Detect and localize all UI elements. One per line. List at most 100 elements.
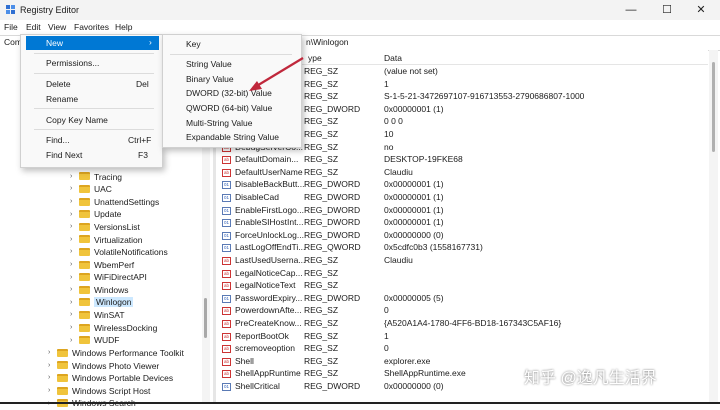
value-row[interactable]: ab DefaultUserName REG_SZ Claudiu [222,167,702,180]
tree-item[interactable]: › Winlogon [70,297,134,310]
tree-item[interactable]: › WiFiDirectAPI [70,271,147,284]
value-row[interactable]: 01 DisableCad REG_DWORD 0x00000001 (1) [222,192,702,205]
chevron-right-icon[interactable]: › [70,236,79,243]
value-row[interactable]: ab PreCreateKnow... REG_SZ {A520A1A4-1780-4… [222,318,702,331]
tree-item[interactable]: › Windows [70,284,128,297]
tree-item-label: VolatileNotifications [94,246,168,257]
minimize-button[interactable]: — [614,0,648,20]
chevron-right-icon[interactable]: › [48,349,57,356]
tree-item[interactable]: › Windows Portable Devices [48,372,173,385]
menu-item-find-shortcut: Ctrl+F [128,135,152,145]
chevron-right-icon[interactable]: › [70,248,79,255]
tree-item[interactable]: › Windows Performance Toolkit [48,347,184,360]
tree-item[interactable]: › Windows Script Host [48,385,150,398]
value-row[interactable]: ab PowerdownAfte... REG_SZ 0 [222,305,702,318]
tree-item[interactable]: › WbemPerf [70,259,134,272]
folder-icon [57,348,68,357]
value-type: REG_DWORD [304,204,361,215]
value-name: LegalNoticeCap... [235,267,303,278]
menu-file[interactable]: File [4,22,18,32]
tree-item[interactable]: › Windows Photo Viewer [48,360,159,373]
menu-separator [34,53,154,54]
chevron-right-icon[interactable]: › [48,387,57,394]
value-type: REG_SZ [304,255,339,265]
chevron-right-icon[interactable]: › [70,299,79,306]
submenu-item-key[interactable]: Key [186,39,201,49]
chevron-right-icon[interactable]: › [70,311,79,318]
folder-icon [79,197,90,206]
folder-icon [57,361,68,370]
tree-item[interactable]: › UAC [70,183,112,196]
value-row[interactable]: 01 ForceUnlockLog... REG_DWORD 0x00000000 (… [222,230,702,243]
value-data: 0x00000005 (5) [384,292,444,303]
submenu-item-string-value[interactable]: String Value [186,59,232,69]
menu-item-find[interactable]: Find... Ctrl+F [26,133,159,147]
chevron-right-icon[interactable]: › [70,261,79,268]
menu-view[interactable]: View [48,22,66,32]
chevron-right-icon[interactable]: › [70,223,79,230]
chevron-right-icon[interactable]: › [48,362,57,369]
values-scrollbar-thumb[interactable] [712,62,715,152]
tree-item[interactable]: › Tracing [70,171,122,184]
menu-item-permissions[interactable]: Permissions... [26,56,159,70]
tree-item[interactable]: › VolatileNotifications [70,246,168,259]
chevron-right-icon[interactable]: › [48,374,57,381]
value-type: REG_DWORD [304,217,361,228]
submenu-arrow-icon: › [149,37,152,47]
submenu-item-qword-value[interactable]: QWORD (64-bit) Value [186,103,272,113]
chevron-right-icon[interactable]: › [70,324,79,331]
menu-item-rename[interactable]: Rename [26,92,159,106]
chevron-right-icon[interactable]: › [70,286,79,293]
menu-help[interactable]: Help [115,22,132,32]
string-value-icon: ab [222,168,231,177]
value-row[interactable]: 01 LastLogOffEndTi... REG_QWORD 0x5cdfc0b3 … [222,242,702,255]
tree-item[interactable]: › VersionsList [70,221,140,234]
chevron-right-icon[interactable]: › [70,274,79,281]
submenu-item-multi-string-value[interactable]: Multi-String Value [186,118,252,128]
value-row[interactable]: 01 DisableBackButt... REG_DWORD 0x00000001 … [222,179,702,192]
value-row[interactable]: ab scremoveoption REG_SZ 0 [222,343,702,356]
chevron-right-icon[interactable]: › [70,198,79,205]
menu-item-delete[interactable]: Delete Del [26,77,159,91]
tree-scrollbar-thumb[interactable] [204,298,207,338]
value-row[interactable]: 01 PasswordExpiry... REG_DWORD 0x00000005 (… [222,293,702,306]
tree-item-label: WirelessDocking [94,322,158,333]
menu-item-find-next[interactable]: Find Next F3 [26,148,159,162]
submenu-item-binary-value[interactable]: Binary Value [186,74,234,84]
value-row[interactable]: ab ReportBootOk REG_SZ 1 [222,331,702,344]
menu-item-new[interactable]: New › [26,36,159,50]
tree-item-label: Windows [94,284,129,295]
chevron-right-icon[interactable]: › [70,211,79,218]
value-row[interactable]: 01 EnableSIHostInt... REG_DWORD 0x00000001 … [222,217,702,230]
value-row[interactable]: ab LegalNoticeText REG_SZ [222,280,702,293]
menu-item-find-next-label: Find Next [46,150,83,160]
string-value-icon: ab [222,282,231,291]
value-row[interactable]: ab LastUsedUserna... REG_SZ Claudiu [222,255,702,268]
menu-item-copy-key-name[interactable]: Copy Key Name [26,113,159,127]
value-name: PasswordExpiry... [235,292,303,303]
chevron-right-icon[interactable]: › [70,185,79,192]
column-type[interactable]: ype [308,53,322,63]
maximize-button[interactable]: ☐ [650,0,684,20]
tree-item[interactable]: › WUDF [70,334,120,347]
value-type: REG_SZ [304,318,339,328]
tree-item[interactable]: › WinSAT [70,309,125,322]
binary-value-icon: 01 [222,206,231,215]
tree-item[interactable]: › Update [70,208,121,221]
chevron-right-icon[interactable]: › [70,337,79,344]
close-button[interactable]: ✕ [684,0,718,20]
menu-edit[interactable]: Edit [26,22,41,32]
value-row[interactable]: ab DefaultDomain... REG_SZ DESKTOP-19FKE68 [222,154,702,167]
value-row[interactable]: ab LegalNoticeCap... REG_SZ [222,268,702,281]
tree-item-label: Virtualization [94,234,143,245]
tree-item[interactable]: › Virtualization [70,234,143,247]
chevron-right-icon[interactable]: › [70,173,79,180]
column-data[interactable]: Data [384,53,402,63]
menu-favorites[interactable]: Favorites [74,22,109,32]
submenu-item-expandable-string-value[interactable]: Expandable String Value [186,132,279,142]
value-row[interactable]: 01 EnableFirstLogo... REG_DWORD 0x00000001 … [222,205,702,218]
tree-item-label: VersionsList [94,221,140,232]
tree-item[interactable]: › UnattendSettings [70,196,159,209]
tree-item[interactable]: › WirelessDocking [70,322,157,335]
folder-icon [79,172,90,181]
